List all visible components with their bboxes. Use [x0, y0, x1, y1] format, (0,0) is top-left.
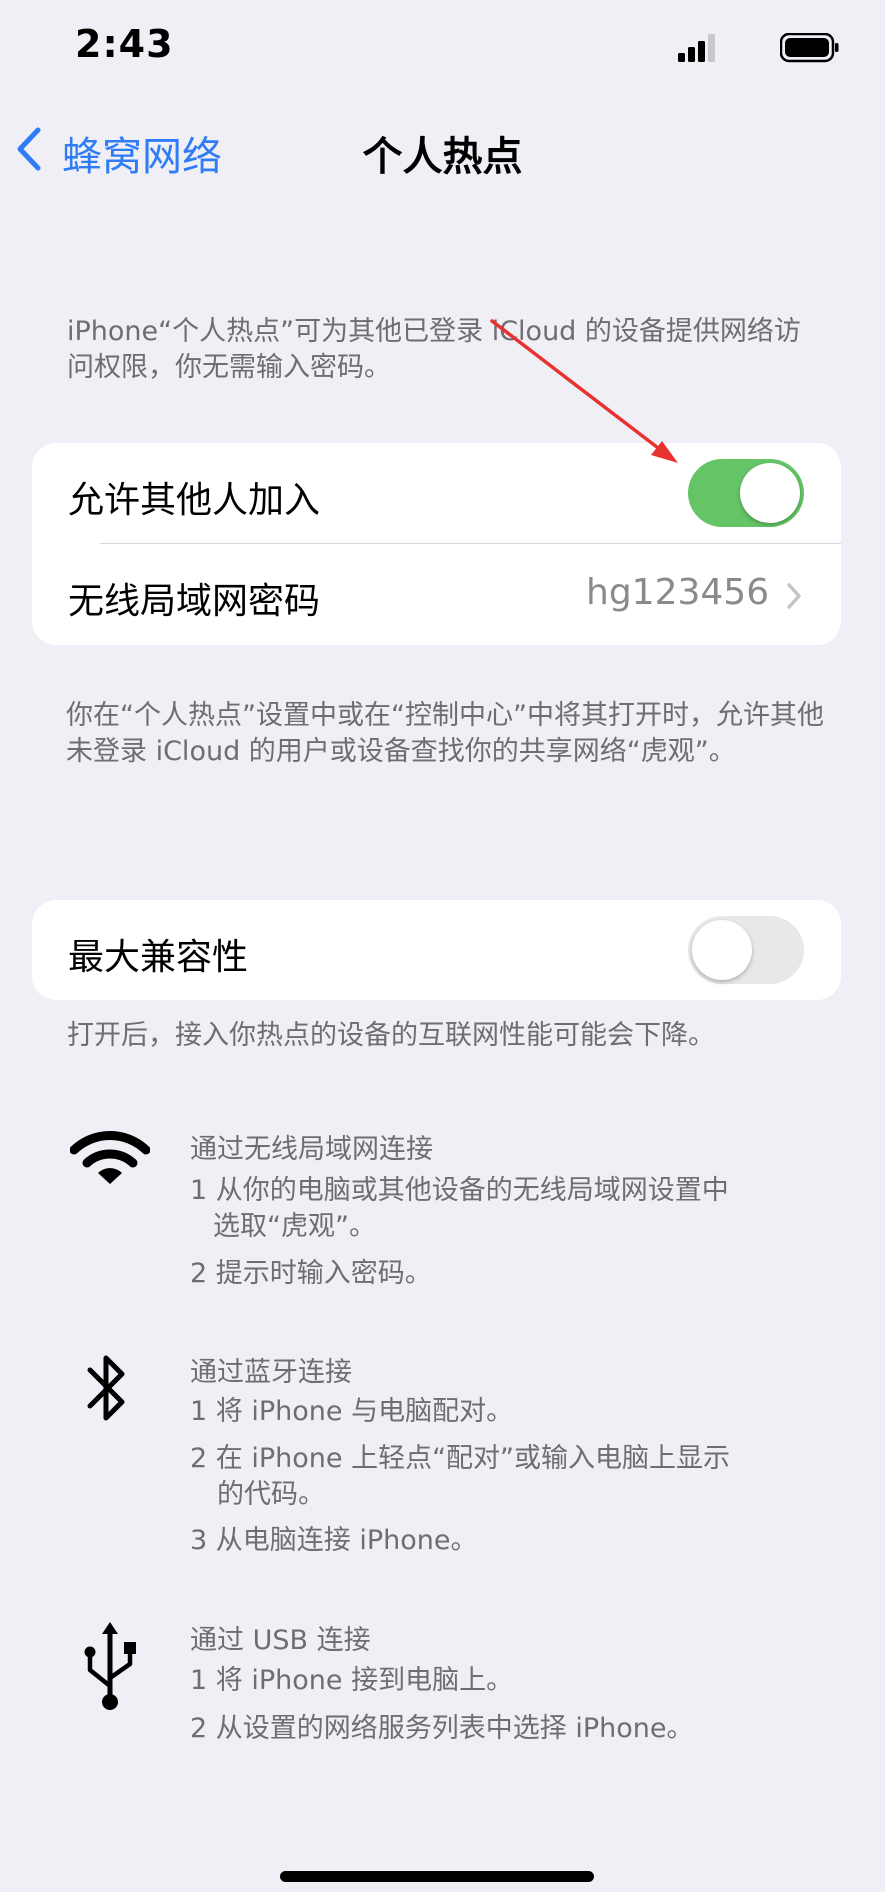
- wifi-password-value: hg123456: [586, 572, 770, 613]
- battery-icon: [780, 33, 839, 63]
- bluetooth-connect-title: 通过蓝牙连接: [190, 1357, 352, 1388]
- usb-icon: [84, 1622, 136, 1710]
- max-compat-group: 最大兼容性: [32, 900, 841, 1000]
- wifi-connect-title: 通过无线局域网连接: [190, 1134, 433, 1165]
- home-indicator[interactable]: [280, 1871, 594, 1882]
- max-compat-toggle[interactable]: [688, 916, 804, 984]
- cellular-signal-icon: [678, 34, 715, 62]
- allow-others-label: 允许其他人加入: [68, 480, 321, 521]
- hotspot-settings-group: 允许其他人加入 无线局域网密码 hg123456: [32, 443, 841, 645]
- back-chevron-icon[interactable]: [14, 126, 44, 172]
- usb-connect-title: 通过 USB 连接: [190, 1625, 371, 1656]
- wifi-password-row[interactable]: 无线局域网密码 hg123456: [32, 544, 841, 645]
- chevron-right-icon: [787, 583, 801, 609]
- bluetooth-step: 2 在 iPhone 上轻点“配对”或输入电脑上显示: [190, 1443, 731, 1474]
- bluetooth-step: 1 将 iPhone 与电脑配对。: [190, 1396, 514, 1427]
- max-compat-footer: 打开后，接入你热点的设备的互联网性能可能会下降。: [67, 1020, 715, 1051]
- back-button[interactable]: 蜂窝网络: [62, 124, 222, 182]
- usb-step: 2 从设置的网络服务列表中选择 iPhone。: [190, 1713, 694, 1744]
- bluetooth-step: 的代码。: [217, 1479, 325, 1510]
- usb-step: 1 将 iPhone 接到电脑上。: [190, 1665, 514, 1696]
- max-compat-label: 最大兼容性: [68, 937, 249, 978]
- discover-description: 你在“个人热点”设置中或在“控制中心”中将其打开时，允许其他未登录 iCloud…: [66, 700, 824, 767]
- allow-others-toggle[interactable]: [688, 459, 804, 527]
- wifi-step: 2 提示时输入密码。: [190, 1258, 432, 1289]
- wifi-step: 选取“虎观”。: [213, 1211, 376, 1242]
- toggle-knob: [740, 463, 800, 523]
- toggle-knob: [692, 920, 752, 980]
- bluetooth-step: 3 从电脑连接 iPhone。: [190, 1525, 478, 1556]
- intro-description: iPhone“个人热点”可为其他已登录 iCloud 的设备提供网络访问权限，你…: [67, 316, 801, 383]
- bluetooth-icon: [87, 1355, 125, 1421]
- wifi-step: 1 从你的电脑或其他设备的无线局域网设置中: [190, 1175, 729, 1206]
- wifi-password-label: 无线局域网密码: [68, 581, 321, 622]
- wifi-icon: [70, 1131, 150, 1184]
- status-time: 2:43: [75, 22, 174, 66]
